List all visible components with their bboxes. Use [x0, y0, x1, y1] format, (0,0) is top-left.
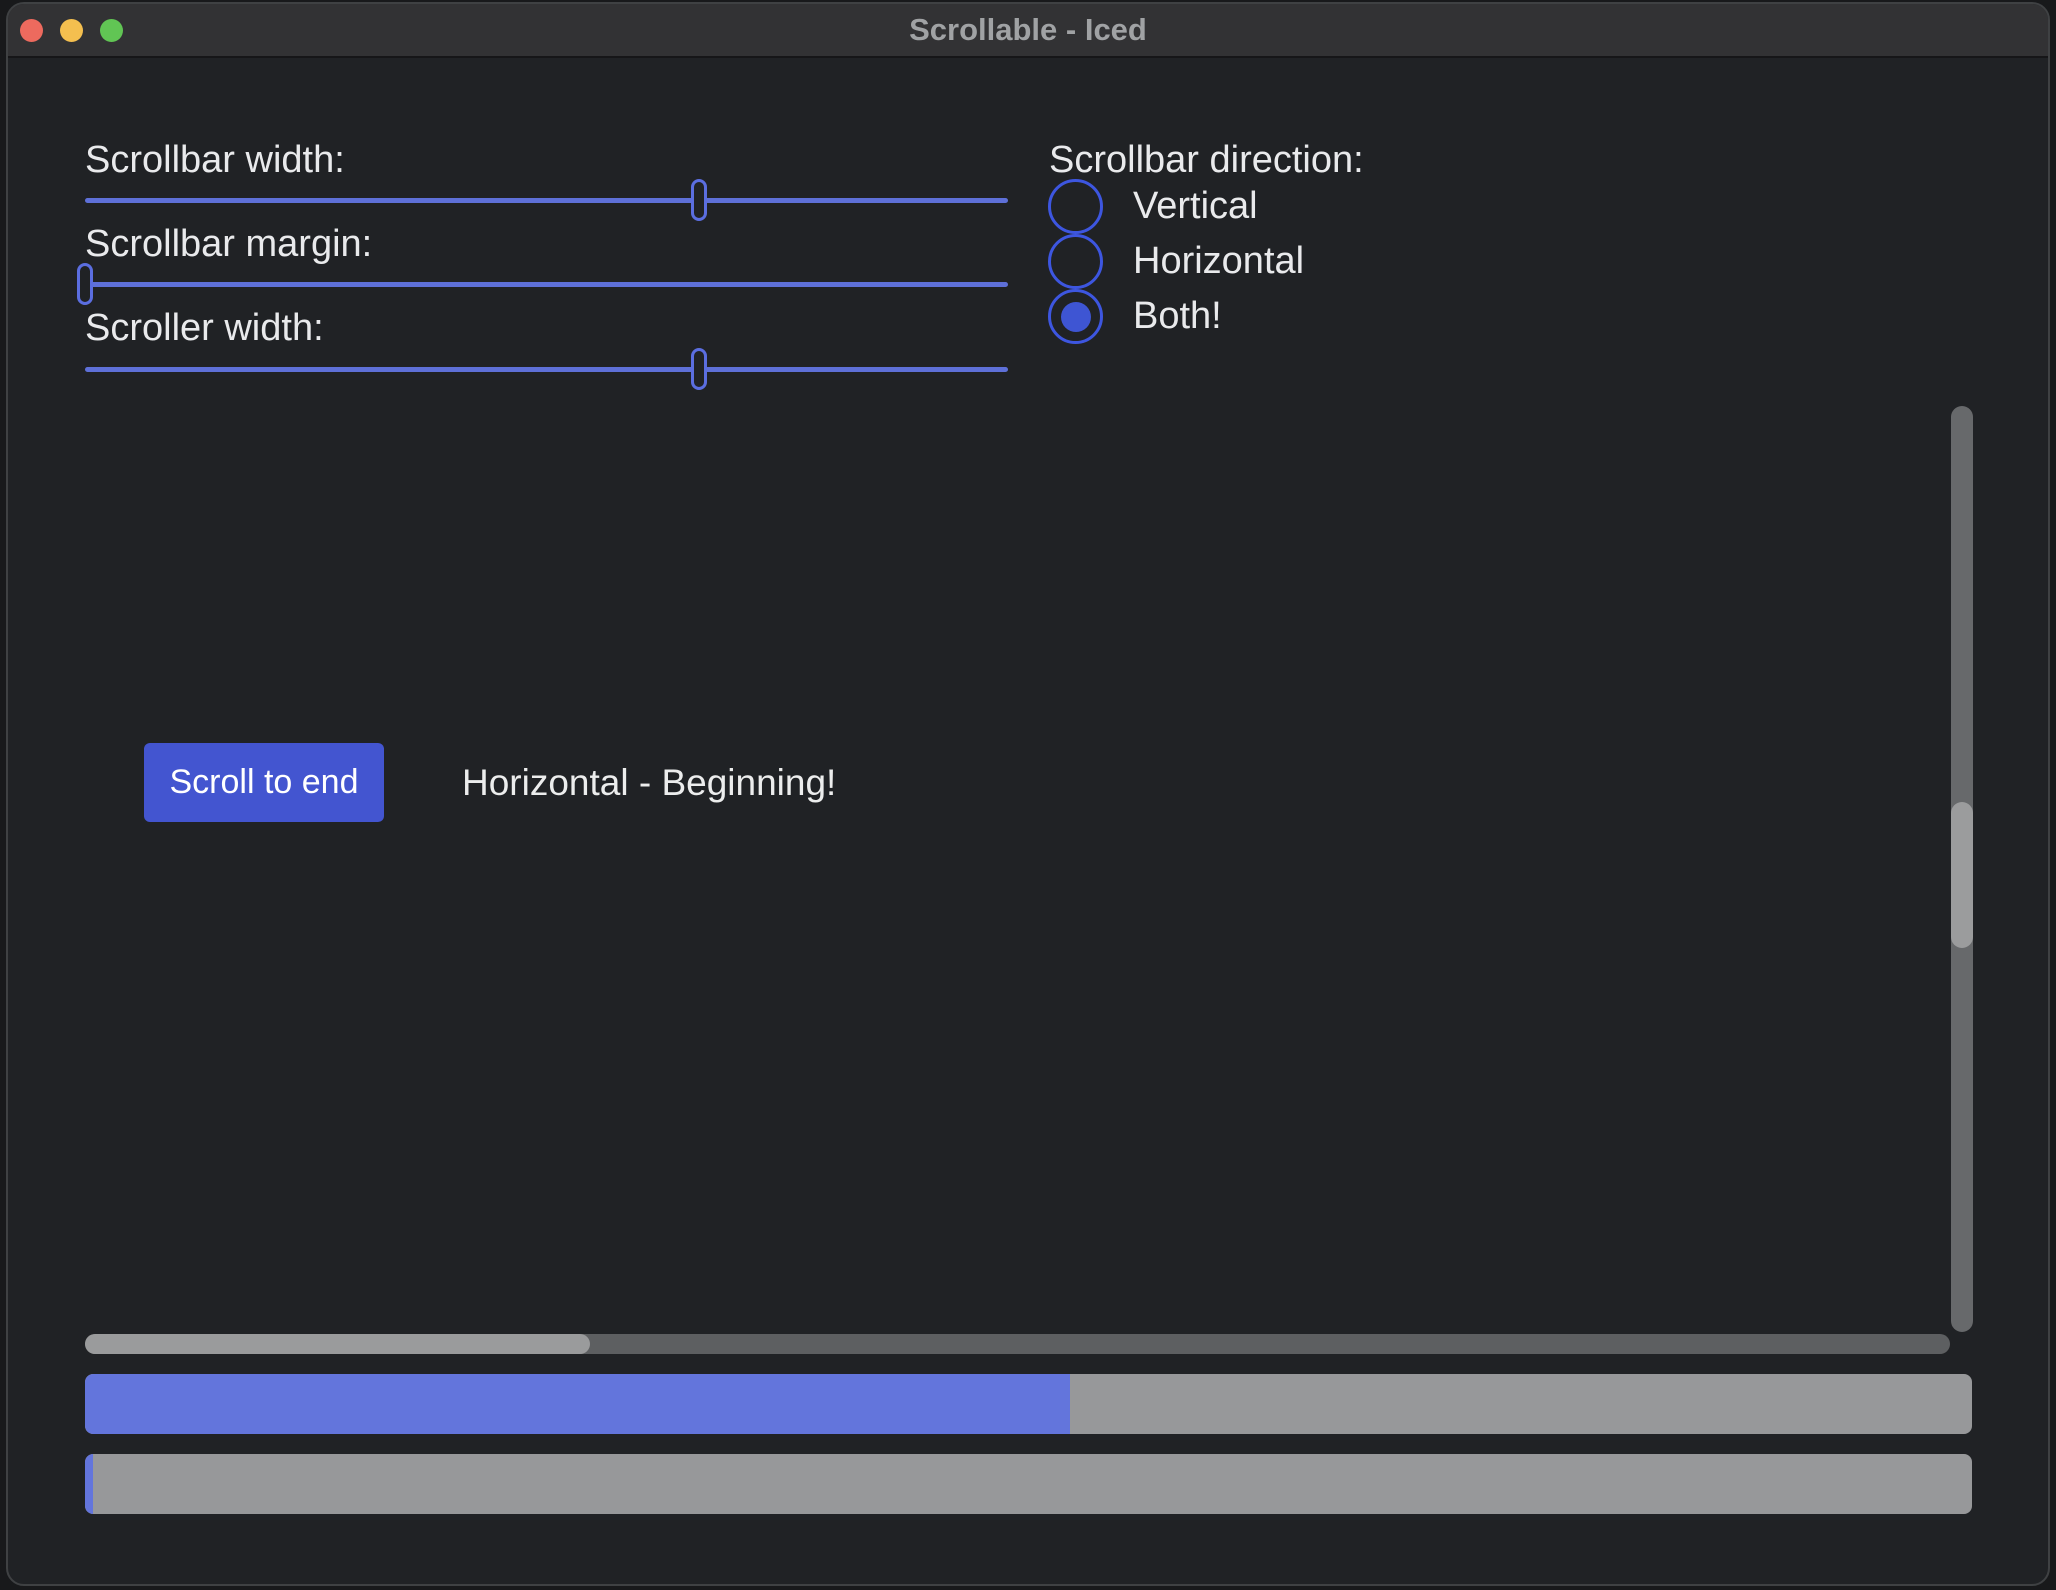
- radio-horizontal[interactable]: Horizontal: [1048, 234, 1304, 289]
- radio-label[interactable]: Vertical: [1133, 185, 1258, 228]
- radio-circle-icon[interactable]: [1048, 179, 1103, 234]
- slider-handle[interactable]: [691, 348, 707, 390]
- scrollbar-margin-slider[interactable]: [85, 262, 1008, 306]
- slider-handle[interactable]: [691, 179, 707, 221]
- horizontal-progress-bar: [85, 1454, 1972, 1514]
- radio-circle-icon[interactable]: [1048, 234, 1103, 289]
- scrollbar-width-label: Scrollbar width:: [85, 140, 345, 180]
- radio-dot-icon: [1061, 302, 1091, 332]
- slider-rail[interactable]: [85, 367, 1008, 372]
- horizontal-scrollbar-thumb[interactable]: [85, 1334, 590, 1354]
- scroller-width-slider[interactable]: [85, 347, 1008, 391]
- scroller-width-label: Scroller width:: [85, 308, 324, 348]
- horizontal-scrollbar-track[interactable]: [85, 1334, 1950, 1354]
- radio-label[interactable]: Both!: [1133, 295, 1222, 338]
- scrollbar-direction-label: Scrollbar direction:: [1049, 140, 1364, 180]
- app-window: Scrollable - Iced Scrollbar width: Scrol…: [6, 2, 2050, 1586]
- titlebar: Scrollable - Iced: [8, 4, 2048, 58]
- progress-fill: [85, 1454, 93, 1514]
- scrollbar-margin-label: Scrollbar margin:: [85, 224, 372, 264]
- slider-handle[interactable]: [77, 263, 93, 305]
- slider-rail[interactable]: [85, 282, 1008, 287]
- slider-rail[interactable]: [85, 198, 1008, 203]
- vertical-progress-bar: [85, 1374, 1972, 1434]
- radio-circle-icon[interactable]: [1048, 289, 1103, 344]
- radio-both[interactable]: Both!: [1048, 289, 1222, 344]
- window-title: Scrollable - Iced: [8, 4, 2048, 56]
- scrollbar-width-slider[interactable]: [85, 178, 1008, 222]
- screen: Scrollable - Iced Scrollbar width: Scrol…: [0, 0, 2056, 1590]
- vertical-scrollbar-track[interactable]: [1951, 406, 1973, 1332]
- scroll-status-text: Horizontal - Beginning!: [462, 743, 836, 822]
- radio-vertical[interactable]: Vertical: [1048, 179, 1258, 234]
- progress-fill: [85, 1374, 1070, 1434]
- radio-label[interactable]: Horizontal: [1133, 240, 1304, 283]
- vertical-scrollbar-thumb[interactable]: [1951, 802, 1973, 947]
- scroll-to-end-button[interactable]: Scroll to end: [144, 743, 384, 822]
